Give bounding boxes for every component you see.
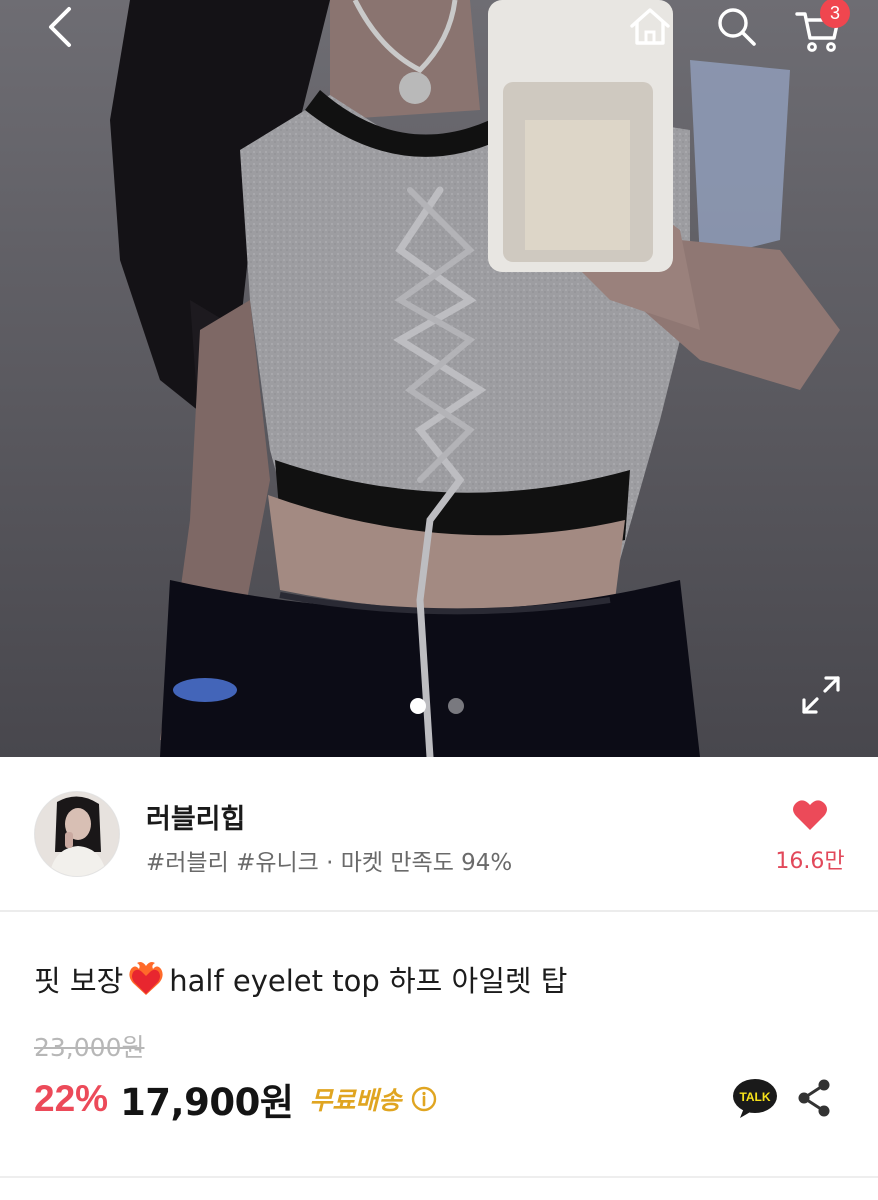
- back-button[interactable]: [32, 2, 88, 52]
- share-icon: [798, 1079, 830, 1117]
- search-icon: [718, 8, 756, 46]
- price-row: 22% 17,900원 무료배송: [34, 1072, 437, 1126]
- home-icon: [630, 8, 670, 45]
- section-divider: [0, 1176, 878, 1178]
- seller-name[interactable]: 러블리힙: [146, 797, 245, 836]
- free-shipping-label: 무료배송: [309, 1086, 402, 1115]
- fullscreen-button[interactable]: [798, 672, 844, 718]
- talk-icon: TALK: [733, 1079, 777, 1118]
- like-count: 16.6만: [775, 849, 845, 874]
- original-price: 23,000원: [34, 1033, 145, 1062]
- product-title-prefix: 핏 보장: [34, 964, 124, 998]
- kakao-talk-button[interactable]: TALK: [732, 1078, 778, 1120]
- carousel-indicator: [410, 698, 464, 714]
- cart-count-badge: 3: [820, 0, 850, 28]
- chevron-left-icon: [49, 7, 71, 47]
- expand-icon: [802, 676, 840, 714]
- seller-tags: #러블리 #유니크 · 마켓 만족도 94%: [146, 850, 513, 876]
- product-title: 핏 보장 half eyelet top 하프 아일렛 탑: [34, 958, 568, 1000]
- heart-icon: [793, 800, 827, 830]
- like-button[interactable]: 16.6만: [770, 797, 850, 877]
- product-title-text: half eyelet top 하프 아일렛 탑: [169, 964, 568, 998]
- discount-rate: 22%: [34, 1078, 109, 1119]
- home-button[interactable]: [624, 2, 676, 50]
- seller-row[interactable]: 러블리힙 #러블리 #유니크 · 마켓 만족도 94% 16.6만: [0, 757, 878, 912]
- search-button[interactable]: [710, 2, 762, 50]
- info-icon[interactable]: [411, 1086, 437, 1112]
- carousel-dot[interactable]: [448, 698, 464, 714]
- avatar-image: [35, 792, 119, 876]
- share-button[interactable]: [794, 1076, 834, 1120]
- product-photo: [0, 0, 878, 757]
- cart-button[interactable]: 3: [792, 0, 852, 54]
- fire-heart-icon: [129, 962, 163, 995]
- seller-avatar[interactable]: [34, 791, 120, 877]
- talk-label: TALK: [739, 1090, 770, 1104]
- product-image-carousel[interactable]: 3: [0, 0, 878, 757]
- carousel-dot[interactable]: [410, 698, 426, 714]
- sale-price: 17,900원: [120, 1081, 294, 1124]
